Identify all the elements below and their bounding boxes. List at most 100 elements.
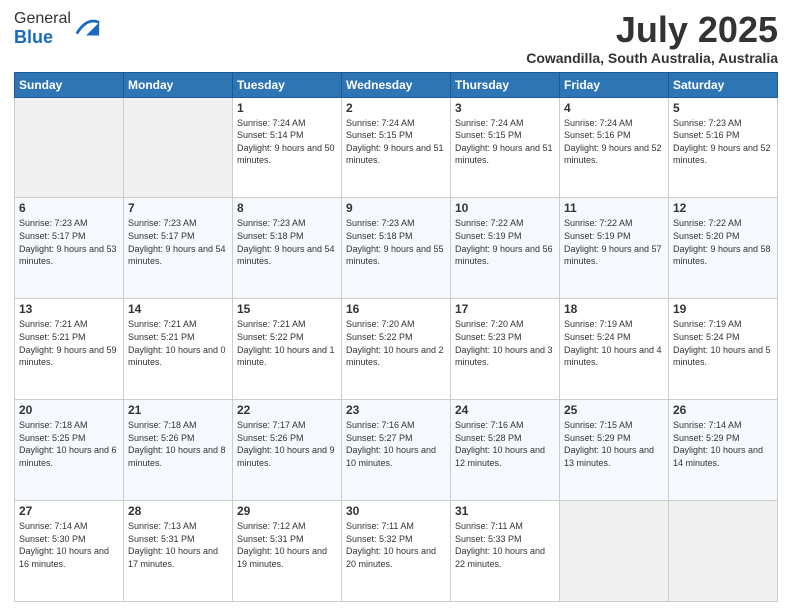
calendar-cell: 8 Sunrise: 7:23 AM Sunset: 5:18 PM Daylig… — [233, 198, 342, 299]
calendar-cell: 31 Sunrise: 7:11 AM Sunset: 5:33 PM Dayli… — [451, 501, 560, 602]
day-number: 8 — [237, 201, 337, 215]
day-number: 18 — [564, 302, 664, 316]
logo-text: General Blue — [14, 10, 101, 47]
day-number: 22 — [237, 403, 337, 417]
day-info: Sunrise: 7:22 AM Sunset: 5:20 PM Dayligh… — [673, 217, 773, 267]
calendar-cell: 29 Sunrise: 7:12 AM Sunset: 5:31 PM Dayli… — [233, 501, 342, 602]
calendar-header-friday: Friday — [560, 72, 669, 97]
day-info: Sunrise: 7:12 AM Sunset: 5:31 PM Dayligh… — [237, 520, 337, 570]
calendar-header-monday: Monday — [124, 72, 233, 97]
calendar-cell: 21Sunrise: 7:18 AM Sunset: 5:26 PM Dayli… — [124, 400, 233, 501]
calendar-cell: 6 Sunrise: 7:23 AM Sunset: 5:17 PM Daylig… — [15, 198, 124, 299]
day-number: 3 — [455, 101, 555, 115]
calendar-header-thursday: Thursday — [451, 72, 560, 97]
calendar-cell — [669, 501, 778, 602]
day-info: Sunrise: 7:16 AM Sunset: 5:28 PM Dayligh… — [455, 419, 555, 469]
day-number: 11 — [564, 201, 664, 215]
day-number: 2 — [346, 101, 446, 115]
day-number: 12 — [673, 201, 773, 215]
main-title: July 2025 — [526, 10, 778, 50]
day-info: Sunrise: 7:20 AM Sunset: 5:22 PM Dayligh… — [346, 318, 446, 368]
day-info: Sunrise: 7:19 AM Sunset: 5:24 PM Dayligh… — [673, 318, 773, 368]
day-number: 19 — [673, 302, 773, 316]
calendar-header-wednesday: Wednesday — [342, 72, 451, 97]
calendar-cell: 25 Sunrise: 7:15 AM Sunset: 5:29 PM Dayli… — [560, 400, 669, 501]
day-info: Sunrise: 7:17 AM Sunset: 5:26 PM Dayligh… — [237, 419, 337, 469]
calendar-cell: 24 Sunrise: 7:16 AM Sunset: 5:28 PM Dayli… — [451, 400, 560, 501]
day-number: 13 — [19, 302, 119, 316]
logo-icon — [73, 15, 101, 43]
calendar-header-saturday: Saturday — [669, 72, 778, 97]
calendar-week-row: 13 Sunrise: 7:21 AM Sunset: 5:21 PM Dayli… — [15, 299, 778, 400]
logo-blue-text: Blue — [14, 27, 53, 47]
day-info: Sunrise: 7:11 AM Sunset: 5:32 PM Dayligh… — [346, 520, 446, 570]
day-number: 28 — [128, 504, 228, 518]
day-info: Sunrise: 7:23 AM Sunset: 5:17 PM Dayligh… — [128, 217, 228, 267]
day-info: Sunrise: 7:19 AM Sunset: 5:24 PM Dayligh… — [564, 318, 664, 368]
day-number: 14 — [128, 302, 228, 316]
day-info: Sunrise: 7:18 AM Sunset: 5:25 PM Dayligh… — [19, 419, 119, 469]
calendar-header-row: SundayMondayTuesdayWednesdayThursdayFrid… — [15, 72, 778, 97]
day-number: 31 — [455, 504, 555, 518]
day-info: Sunrise: 7:24 AM Sunset: 5:15 PM Dayligh… — [346, 117, 446, 167]
day-number: 5 — [673, 101, 773, 115]
calendar-cell: 26 Sunrise: 7:14 AM Sunset: 5:29 PM Dayli… — [669, 400, 778, 501]
calendar-cell: 10 Sunrise: 7:22 AM Sunset: 5:19 PM Dayli… — [451, 198, 560, 299]
day-info: Sunrise: 7:20 AM Sunset: 5:23 PM Dayligh… — [455, 318, 555, 368]
logo-general-text: General — [14, 10, 71, 27]
day-number: 21 — [128, 403, 228, 417]
day-number: 20 — [19, 403, 119, 417]
calendar-cell: 7 Sunrise: 7:23 AM Sunset: 5:17 PM Daylig… — [124, 198, 233, 299]
day-info: Sunrise: 7:22 AM Sunset: 5:19 PM Dayligh… — [564, 217, 664, 267]
day-info: Sunrise: 7:23 AM Sunset: 5:18 PM Dayligh… — [237, 217, 337, 267]
calendar-cell: 9 Sunrise: 7:23 AM Sunset: 5:18 PM Daylig… — [342, 198, 451, 299]
day-number: 10 — [455, 201, 555, 215]
day-number: 1 — [237, 101, 337, 115]
day-number: 29 — [237, 504, 337, 518]
calendar-cell: 3Sunrise: 7:24 AM Sunset: 5:15 PM Daylig… — [451, 97, 560, 198]
calendar-week-row: 6 Sunrise: 7:23 AM Sunset: 5:17 PM Daylig… — [15, 198, 778, 299]
day-info: Sunrise: 7:21 AM Sunset: 5:22 PM Dayligh… — [237, 318, 337, 368]
calendar-cell: 4Sunrise: 7:24 AM Sunset: 5:16 PM Daylig… — [560, 97, 669, 198]
page: General Blue July 2025 Cowandilla, South… — [0, 0, 792, 612]
calendar-week-row: 20 Sunrise: 7:18 AM Sunset: 5:25 PM Dayli… — [15, 400, 778, 501]
day-info: Sunrise: 7:23 AM Sunset: 5:16 PM Dayligh… — [673, 117, 773, 167]
day-number: 17 — [455, 302, 555, 316]
day-number: 9 — [346, 201, 446, 215]
calendar-cell: 19 Sunrise: 7:19 AM Sunset: 5:24 PM Dayli… — [669, 299, 778, 400]
calendar-header-sunday: Sunday — [15, 72, 124, 97]
calendar-cell — [560, 501, 669, 602]
calendar-cell: 22 Sunrise: 7:17 AM Sunset: 5:26 PM Dayli… — [233, 400, 342, 501]
day-number: 7 — [128, 201, 228, 215]
day-number: 24 — [455, 403, 555, 417]
day-number: 25 — [564, 403, 664, 417]
day-number: 4 — [564, 101, 664, 115]
calendar-cell: 28 Sunrise: 7:13 AM Sunset: 5:31 PM Dayli… — [124, 501, 233, 602]
calendar-cell: 11 Sunrise: 7:22 AM Sunset: 5:19 PM Dayli… — [560, 198, 669, 299]
day-info: Sunrise: 7:23 AM Sunset: 5:18 PM Dayligh… — [346, 217, 446, 267]
calendar-cell: 16Sunrise: 7:20 AM Sunset: 5:22 PM Dayli… — [342, 299, 451, 400]
calendar-cell: 18 Sunrise: 7:19 AM Sunset: 5:24 PM Dayli… — [560, 299, 669, 400]
day-number: 26 — [673, 403, 773, 417]
day-info: Sunrise: 7:13 AM Sunset: 5:31 PM Dayligh… — [128, 520, 228, 570]
calendar-cell: 17 Sunrise: 7:20 AM Sunset: 5:23 PM Dayli… — [451, 299, 560, 400]
day-info: Sunrise: 7:14 AM Sunset: 5:29 PM Dayligh… — [673, 419, 773, 469]
calendar-cell: 20 Sunrise: 7:18 AM Sunset: 5:25 PM Dayli… — [15, 400, 124, 501]
day-info: Sunrise: 7:16 AM Sunset: 5:27 PM Dayligh… — [346, 419, 446, 469]
calendar-cell: 30 Sunrise: 7:11 AM Sunset: 5:32 PM Dayli… — [342, 501, 451, 602]
calendar-cell — [124, 97, 233, 198]
day-info: Sunrise: 7:23 AM Sunset: 5:17 PM Dayligh… — [19, 217, 119, 267]
day-number: 27 — [19, 504, 119, 518]
day-info: Sunrise: 7:22 AM Sunset: 5:19 PM Dayligh… — [455, 217, 555, 267]
day-info: Sunrise: 7:14 AM Sunset: 5:30 PM Dayligh… — [19, 520, 119, 570]
day-number: 6 — [19, 201, 119, 215]
day-number: 30 — [346, 504, 446, 518]
subtitle: Cowandilla, South Australia, Australia — [526, 50, 778, 66]
calendar-cell: 1 Sunrise: 7:24 AM Sunset: 5:14 PM Daylig… — [233, 97, 342, 198]
day-info: Sunrise: 7:24 AM Sunset: 5:14 PM Dayligh… — [237, 117, 337, 167]
calendar-cell: 12 Sunrise: 7:22 AM Sunset: 5:20 PM Dayli… — [669, 198, 778, 299]
logo: General Blue — [14, 10, 101, 47]
day-info: Sunrise: 7:21 AM Sunset: 5:21 PM Dayligh… — [19, 318, 119, 368]
day-info: Sunrise: 7:15 AM Sunset: 5:29 PM Dayligh… — [564, 419, 664, 469]
day-info: Sunrise: 7:11 AM Sunset: 5:33 PM Dayligh… — [455, 520, 555, 570]
